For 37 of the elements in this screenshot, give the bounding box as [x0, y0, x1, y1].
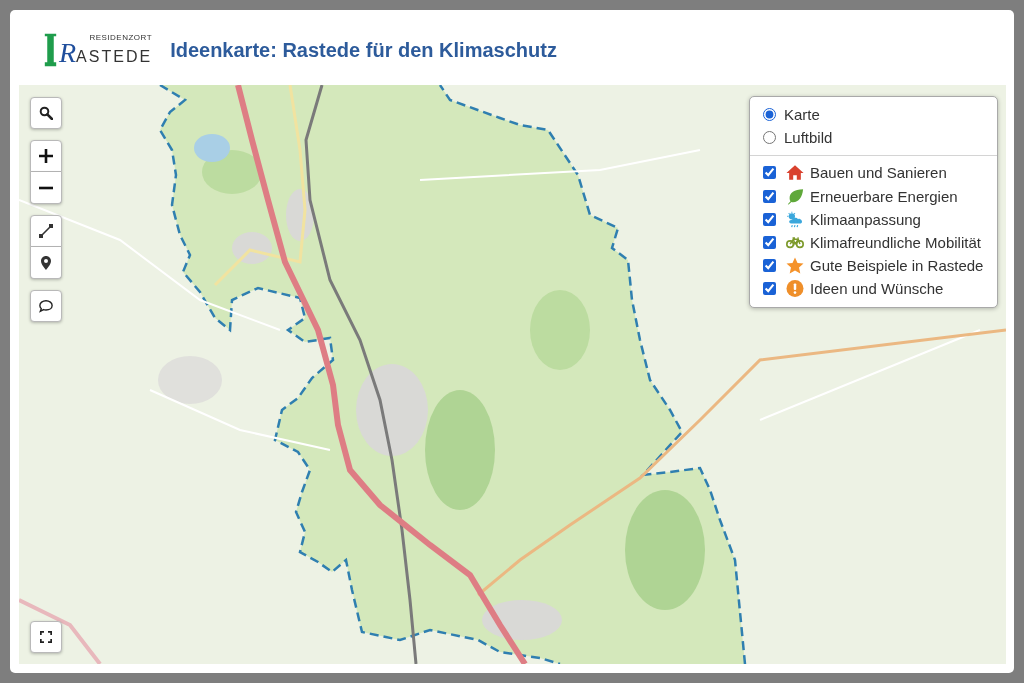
- place-marker-button[interactable]: [30, 247, 62, 279]
- draw-line-button[interactable]: [30, 215, 62, 247]
- fullscreen-icon: [40, 631, 52, 643]
- layer-label[interactable]: Erneuerbare Energien: [810, 187, 958, 205]
- base-layer-radio[interactable]: [763, 131, 776, 145]
- layer-checkbox[interactable]: [763, 166, 776, 180]
- lake-area: [194, 134, 230, 162]
- town-area: [158, 356, 222, 404]
- search-icon: [39, 106, 53, 120]
- logo-wordmark: RASTEDE: [59, 41, 153, 68]
- map-pin-icon: [39, 255, 53, 270]
- town-area: [286, 189, 314, 241]
- base-layer-radio[interactable]: [763, 108, 776, 122]
- zoom-in-button[interactable]: [30, 140, 62, 172]
- layer-checkbox[interactable]: [763, 259, 776, 273]
- logo-tagline: RESIDENZORT: [89, 32, 153, 42]
- town-area: [232, 232, 272, 264]
- page-title: Ideenkarte: Rastede für den Klimaschutz: [170, 38, 557, 62]
- comment-button[interactable]: [30, 290, 62, 322]
- search-button[interactable]: [30, 97, 62, 129]
- base-layer-label[interactable]: Luftbild: [784, 129, 833, 147]
- layer-checkbox[interactable]: [763, 189, 776, 203]
- layer-label[interactable]: Klimafreundliche Mobilität: [810, 234, 981, 252]
- layer-checkbox[interactable]: [763, 212, 776, 226]
- layer-label[interactable]: Gute Beispiele in Rastede: [810, 257, 984, 275]
- base-layer-label[interactable]: Karte: [784, 106, 820, 124]
- speech-bubble-icon: [39, 299, 53, 313]
- layer-label[interactable]: Klimaanpassung: [810, 210, 921, 228]
- zoom-out-button[interactable]: [30, 172, 62, 204]
- layer-checkbox[interactable]: [763, 282, 776, 296]
- layer-checkbox[interactable]: [763, 236, 776, 250]
- plus-icon: [39, 149, 53, 163]
- column-icon: [44, 31, 57, 69]
- fullscreen-button[interactable]: [30, 621, 62, 653]
- layer-label[interactable]: Ideen und Wünsche: [810, 280, 944, 298]
- layer-label[interactable]: Bauen und Sanieren: [810, 164, 947, 182]
- line-icon: [39, 224, 53, 238]
